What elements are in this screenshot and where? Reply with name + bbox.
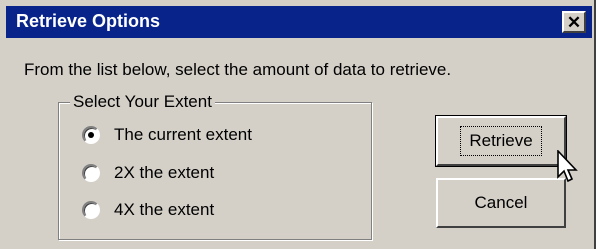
retrieve-button[interactable]: Retrieve	[435, 115, 567, 167]
radio-button[interactable]	[82, 164, 100, 182]
option-label: The current extent	[114, 125, 252, 144]
close-button[interactable]: ✕	[562, 11, 586, 33]
option-current-extent[interactable]: The current extent	[82, 125, 252, 145]
option-label: 4X the extent	[114, 200, 215, 219]
groupbox-label: Select Your Extent	[70, 92, 215, 112]
title-bar: Retrieve Options ✕	[6, 6, 592, 38]
close-icon: ✕	[566, 12, 582, 32]
instruction-text: From the list below, select the amount o…	[24, 60, 452, 79]
radio-button-checked[interactable]	[82, 126, 100, 144]
arrow-cursor-icon	[557, 150, 578, 183]
cancel-button[interactable]: Cancel	[436, 178, 566, 228]
option-2x-extent[interactable]: 2X the extent	[82, 163, 214, 183]
option-4x-extent[interactable]: 4X the extent	[82, 200, 214, 220]
retrieve-button-label: Retrieve	[460, 126, 542, 156]
dialog-title: Retrieve Options	[16, 11, 161, 31]
option-label: 2X the extent	[114, 163, 215, 182]
cancel-button-label: Cancel	[474, 193, 528, 212]
radio-button[interactable]	[82, 201, 100, 219]
retrieve-options-dialog: Retrieve Options ✕ From the list below, …	[0, 0, 596, 249]
